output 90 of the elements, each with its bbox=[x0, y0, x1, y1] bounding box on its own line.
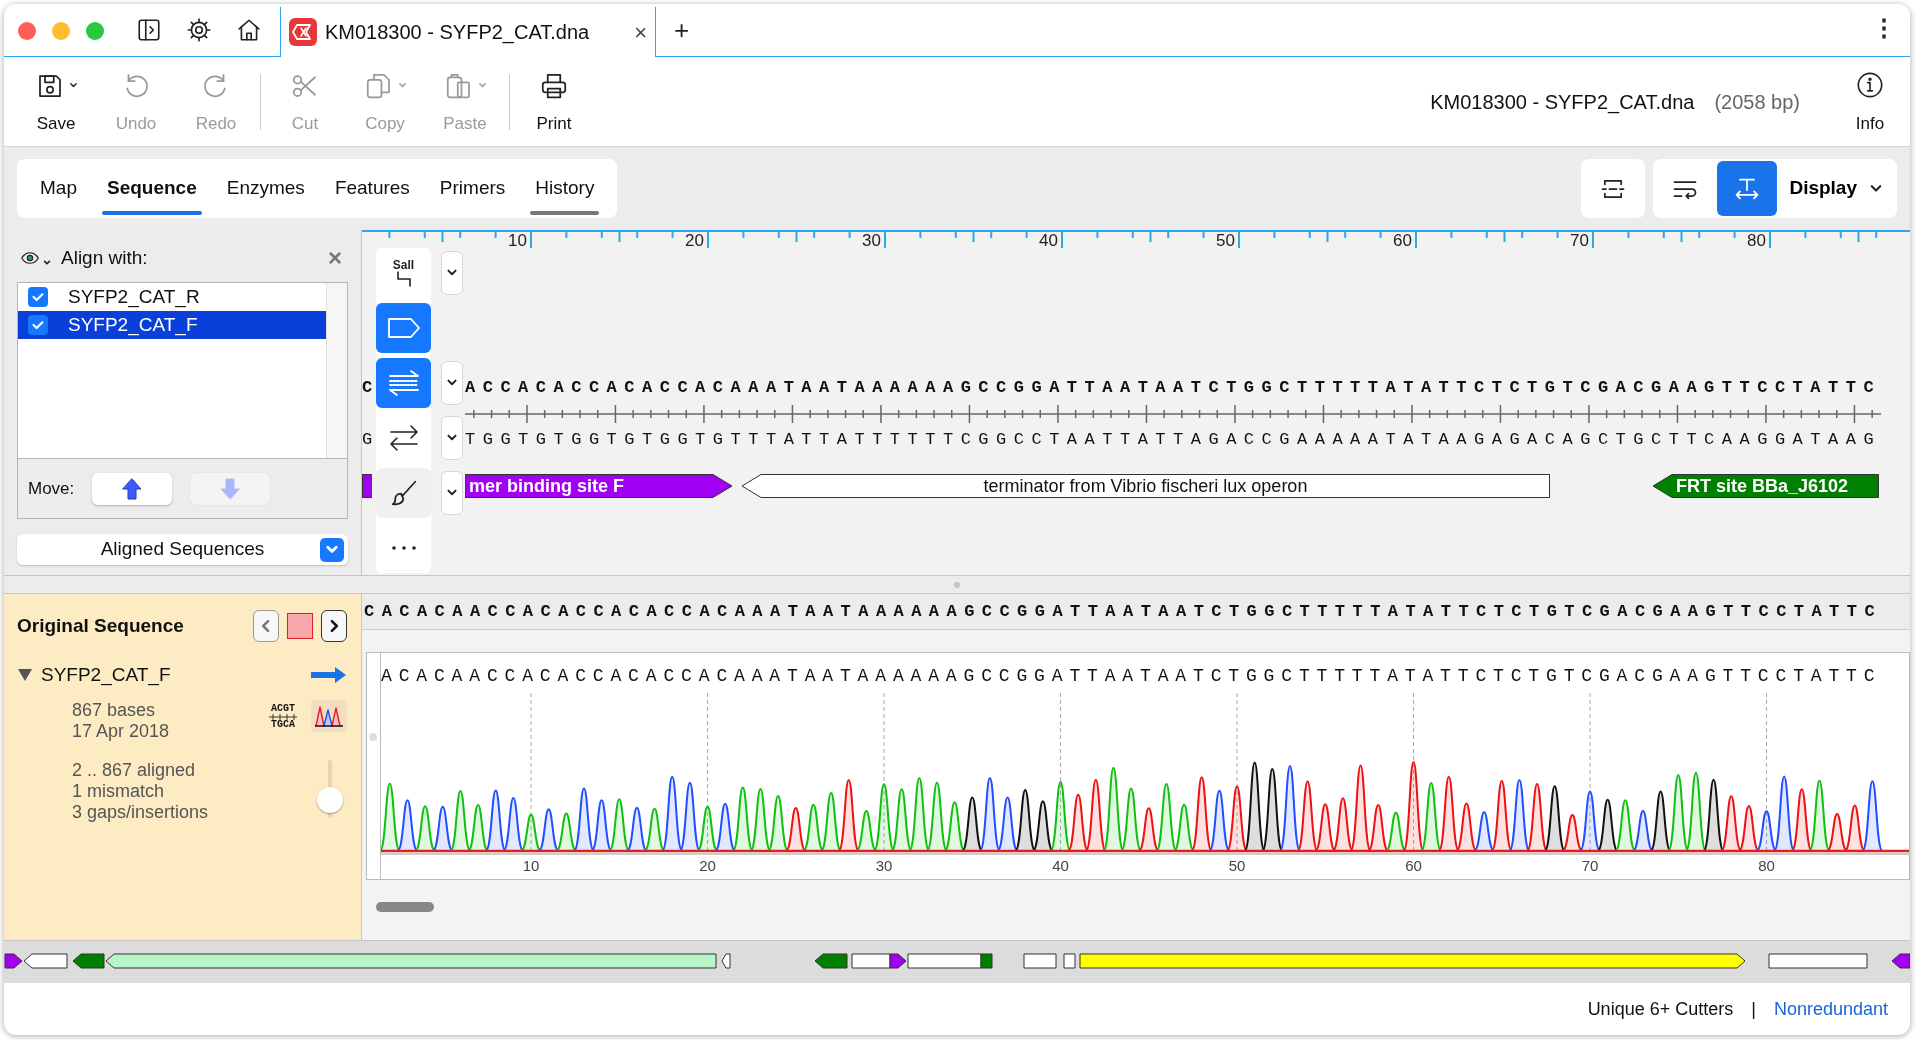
settings-icon bbox=[186, 16, 212, 43]
axis-label: 70 bbox=[1581, 857, 1599, 874]
splitter-handle[interactable] bbox=[954, 581, 960, 588]
base-calls: ACACAACCACACCACACCACAAATAATAAAAAAGCCGGATTAATAATCTGGCTTTTTATATTCTCTGTCGACGAAGTTCCTATTC bbox=[381, 665, 1883, 688]
info-button[interactable]: Info bbox=[1840, 62, 1900, 141]
ruler-label: 30 bbox=[862, 231, 881, 248]
sequence-text: C bbox=[362, 378, 376, 398]
window-control-button[interactable] bbox=[86, 21, 104, 40]
consensus-sequence: CACACAACCACACCACACCACAAATAATAAAAAAGCCGGATTAATAATCTGGCTTTTTATATTCTCTGTCGACGAAGTTCCTATTC bbox=[362, 594, 1910, 630]
axis-label: 40 bbox=[1052, 857, 1069, 874]
sequence-text: TGGTGTGGTGTGGTGTTTATTATTTTTTCGGCCTAATTATTAGACCGAAAAATATAAGAGACAGCTGCTTCAAGGATAAG bbox=[465, 430, 1883, 450]
tag-icon bbox=[386, 316, 421, 340]
view-tab[interactable]: Sequence bbox=[91, 159, 212, 218]
list-item[interactable]: SYFP2_CAT_F bbox=[18, 311, 326, 339]
alignment-stat: 2 .. 867 aligned bbox=[72, 760, 197, 781]
move-up-button[interactable] bbox=[92, 472, 173, 505]
sidebar-button[interactable] bbox=[136, 16, 162, 43]
close-button[interactable]: × bbox=[328, 246, 342, 270]
scrollbar-thumb[interactable] bbox=[369, 733, 377, 741]
separator-text: | bbox=[1751, 997, 1756, 1021]
tool-button[interactable] bbox=[376, 358, 431, 408]
axis-label: 60 bbox=[1405, 857, 1422, 874]
caret-icon bbox=[68, 81, 78, 90]
zoom-slider[interactable] bbox=[316, 760, 344, 818]
scrollbar-thumb[interactable] bbox=[376, 902, 434, 912]
panel-title: Original Sequence bbox=[17, 613, 185, 638]
previous-button[interactable] bbox=[253, 610, 279, 642]
toolbar-button[interactable]: Print bbox=[514, 62, 594, 141]
checkbox[interactable] bbox=[28, 315, 48, 335]
axis-label: 80 bbox=[1758, 857, 1775, 874]
axis-label: 30 bbox=[875, 857, 893, 874]
arrow-icon bbox=[311, 667, 347, 683]
view-tab[interactable]: Features bbox=[319, 159, 425, 218]
slider-thumb[interactable] bbox=[317, 787, 343, 814]
alignment-stat: 3 gaps/insertions bbox=[72, 802, 210, 823]
dropdown-button[interactable] bbox=[441, 251, 463, 295]
next-button[interactable] bbox=[321, 610, 347, 642]
checkbox[interactable] bbox=[28, 287, 48, 307]
view-tab[interactable]: Map bbox=[25, 159, 92, 218]
read-detail: 17 Apr 2018 bbox=[72, 721, 171, 742]
view-tab[interactable]: Enzymes bbox=[211, 159, 320, 218]
settings-button[interactable] bbox=[186, 16, 212, 43]
feature-arrow: mer binding site F bbox=[465, 474, 733, 498]
ruler-label: 80 bbox=[1747, 231, 1766, 248]
info-icon bbox=[1856, 70, 1884, 99]
ruler-label: 60 bbox=[1393, 231, 1412, 248]
close-button[interactable]: × bbox=[634, 15, 647, 49]
window-control-button[interactable] bbox=[18, 21, 36, 40]
ruler-label: 20 bbox=[685, 231, 704, 248]
sequence-length: (2058 bp) bbox=[1714, 89, 1800, 115]
sequence-text: ACCACACCACACCACAAATAATAAAAAAGCCGGATTAATAATCTGGCTTTTTATATTCTCTGTCGACGAAGTTCCTATTC bbox=[465, 378, 1883, 398]
caret-icon bbox=[397, 81, 407, 90]
color-swatch bbox=[287, 613, 313, 639]
feature-arrow: FRT site BBa_J6102 bbox=[1652, 474, 1879, 498]
menu-button[interactable]: ⋮ bbox=[1872, 8, 1896, 48]
axis-label: 50 bbox=[1228, 857, 1246, 874]
ruler-label: 40 bbox=[1039, 231, 1058, 248]
sequence-text: G bbox=[362, 430, 376, 450]
new-tab-button[interactable]: + bbox=[674, 10, 690, 50]
ruler-label: 50 bbox=[1216, 231, 1235, 248]
sidebar-icon bbox=[136, 16, 162, 43]
caret-icon bbox=[43, 259, 51, 267]
peaks-icon bbox=[315, 704, 343, 728]
double-strand-icon bbox=[386, 369, 421, 397]
axis-label: 20 bbox=[699, 857, 716, 874]
read-detail: 867 bases bbox=[72, 700, 157, 721]
disclosure-triangle-icon[interactable] bbox=[17, 668, 33, 682]
dropdown-button[interactable] bbox=[441, 471, 463, 515]
sequence-set-dropdown[interactable]: Aligned Sequences bbox=[17, 534, 348, 565]
dropdown-button[interactable] bbox=[441, 361, 463, 405]
ruler-label: 10 bbox=[508, 231, 527, 248]
trace-view-button[interactable] bbox=[311, 700, 347, 732]
view-tab[interactable]: Primers bbox=[424, 159, 521, 218]
dropdown-button[interactable] bbox=[441, 416, 463, 460]
caret-icon bbox=[477, 81, 487, 90]
axis-label: 10 bbox=[522, 857, 540, 874]
move-label: Move: bbox=[28, 477, 75, 500]
read-name: SYFP2_CAT_F bbox=[41, 662, 172, 688]
document-tab[interactable]: KM018300 - SYFP2_CAT.dna × bbox=[280, 7, 656, 57]
panel-title: Align with: bbox=[61, 245, 149, 270]
filter-label: Unique 6+ Cutters bbox=[1587, 997, 1734, 1021]
toolbar-button[interactable]: Save bbox=[16, 62, 96, 141]
alignment-stat: 1 mismatch bbox=[72, 781, 166, 802]
list-item[interactable]: SYFP2_CAT_R bbox=[18, 283, 326, 311]
mode-link[interactable]: Nonredundant bbox=[1773, 995, 1888, 1023]
app-icon bbox=[289, 18, 317, 46]
view-tab[interactable]: History bbox=[520, 159, 610, 218]
tool-button[interactable] bbox=[376, 303, 431, 353]
ruler-label: 70 bbox=[1570, 231, 1589, 248]
document-title: KM018300 - SYFP2_CAT.dna bbox=[1430, 89, 1695, 116]
